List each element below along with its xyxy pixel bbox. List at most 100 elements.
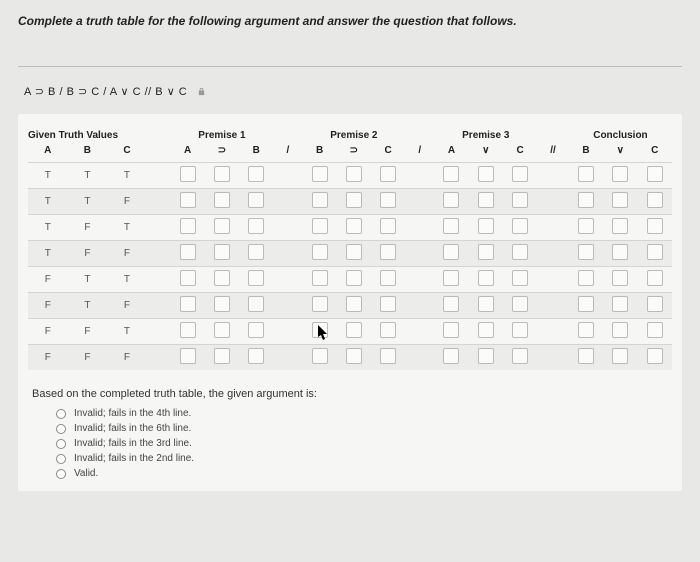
truth-input[interactable] [478, 192, 494, 208]
truth-input[interactable] [248, 322, 264, 338]
truth-input[interactable] [180, 192, 196, 208]
radio-icon[interactable] [56, 409, 66, 419]
truth-input[interactable] [180, 166, 196, 182]
truth-input[interactable] [214, 166, 230, 182]
answer-option[interactable]: Valid. [56, 468, 672, 479]
truth-input[interactable] [478, 244, 494, 260]
truth-input[interactable] [478, 322, 494, 338]
truth-input[interactable] [512, 270, 528, 286]
truth-input[interactable] [512, 348, 528, 364]
truth-input[interactable] [312, 296, 328, 312]
truth-input[interactable] [312, 322, 328, 338]
truth-input[interactable] [380, 296, 396, 312]
truth-input[interactable] [346, 270, 362, 286]
truth-input[interactable] [647, 322, 663, 338]
truth-input[interactable] [443, 166, 459, 182]
radio-icon[interactable] [56, 439, 66, 449]
truth-input[interactable] [180, 244, 196, 260]
truth-input[interactable] [214, 322, 230, 338]
truth-input[interactable] [647, 166, 663, 182]
truth-input[interactable] [578, 296, 594, 312]
truth-input[interactable] [346, 296, 362, 312]
truth-input[interactable] [647, 296, 663, 312]
radio-icon[interactable] [56, 469, 66, 479]
truth-input[interactable] [214, 218, 230, 234]
truth-input[interactable] [443, 218, 459, 234]
truth-input[interactable] [578, 166, 594, 182]
truth-input[interactable] [512, 218, 528, 234]
truth-input[interactable] [346, 166, 362, 182]
truth-input[interactable] [248, 192, 264, 208]
truth-input[interactable] [214, 348, 230, 364]
truth-input[interactable] [443, 296, 459, 312]
truth-input[interactable] [312, 270, 328, 286]
truth-input[interactable] [578, 270, 594, 286]
truth-input[interactable] [647, 244, 663, 260]
truth-input[interactable] [612, 244, 628, 260]
truth-input[interactable] [647, 348, 663, 364]
truth-input[interactable] [380, 244, 396, 260]
truth-input[interactable] [578, 218, 594, 234]
truth-input[interactable] [346, 322, 362, 338]
truth-input[interactable] [612, 322, 628, 338]
truth-input[interactable] [380, 218, 396, 234]
truth-input[interactable] [443, 270, 459, 286]
truth-input[interactable] [443, 348, 459, 364]
truth-input[interactable] [214, 244, 230, 260]
truth-input[interactable] [612, 166, 628, 182]
truth-input[interactable] [380, 270, 396, 286]
truth-input[interactable] [578, 322, 594, 338]
truth-input[interactable] [248, 270, 264, 286]
answer-option[interactable]: Invalid; fails in the 4th line. [56, 408, 672, 419]
truth-input[interactable] [248, 348, 264, 364]
truth-input[interactable] [248, 166, 264, 182]
answer-option[interactable]: Invalid; fails in the 6th line. [56, 423, 672, 434]
truth-input[interactable] [214, 192, 230, 208]
truth-input[interactable] [647, 218, 663, 234]
radio-icon[interactable] [56, 424, 66, 434]
truth-input[interactable] [647, 192, 663, 208]
truth-input[interactable] [578, 192, 594, 208]
truth-input[interactable] [512, 296, 528, 312]
truth-input[interactable] [312, 166, 328, 182]
truth-input[interactable] [512, 166, 528, 182]
truth-input[interactable] [312, 348, 328, 364]
truth-input[interactable] [443, 192, 459, 208]
truth-input[interactable] [612, 218, 628, 234]
truth-input[interactable] [346, 192, 362, 208]
truth-input[interactable] [380, 192, 396, 208]
truth-input[interactable] [478, 296, 494, 312]
radio-icon[interactable] [56, 454, 66, 464]
truth-input[interactable] [647, 270, 663, 286]
truth-input[interactable] [512, 192, 528, 208]
truth-input[interactable] [248, 296, 264, 312]
truth-input[interactable] [512, 322, 528, 338]
truth-input[interactable] [478, 218, 494, 234]
truth-input[interactable] [180, 348, 196, 364]
truth-input[interactable] [380, 166, 396, 182]
truth-input[interactable] [612, 270, 628, 286]
truth-input[interactable] [380, 348, 396, 364]
truth-input[interactable] [380, 322, 396, 338]
truth-input[interactable] [512, 244, 528, 260]
truth-input[interactable] [443, 322, 459, 338]
truth-input[interactable] [478, 348, 494, 364]
truth-input[interactable] [214, 296, 230, 312]
answer-option[interactable]: Invalid; fails in the 3rd line. [56, 438, 672, 449]
truth-input[interactable] [478, 166, 494, 182]
truth-input[interactable] [478, 270, 494, 286]
truth-input[interactable] [612, 296, 628, 312]
truth-input[interactable] [612, 192, 628, 208]
truth-input[interactable] [180, 296, 196, 312]
truth-input[interactable] [578, 348, 594, 364]
truth-input[interactable] [180, 218, 196, 234]
truth-input[interactable] [346, 218, 362, 234]
truth-input[interactable] [346, 244, 362, 260]
truth-input[interactable] [612, 348, 628, 364]
truth-input[interactable] [346, 348, 362, 364]
truth-input[interactable] [312, 218, 328, 234]
truth-input[interactable] [312, 192, 328, 208]
truth-input[interactable] [248, 218, 264, 234]
truth-input[interactable] [180, 322, 196, 338]
truth-input[interactable] [578, 244, 594, 260]
